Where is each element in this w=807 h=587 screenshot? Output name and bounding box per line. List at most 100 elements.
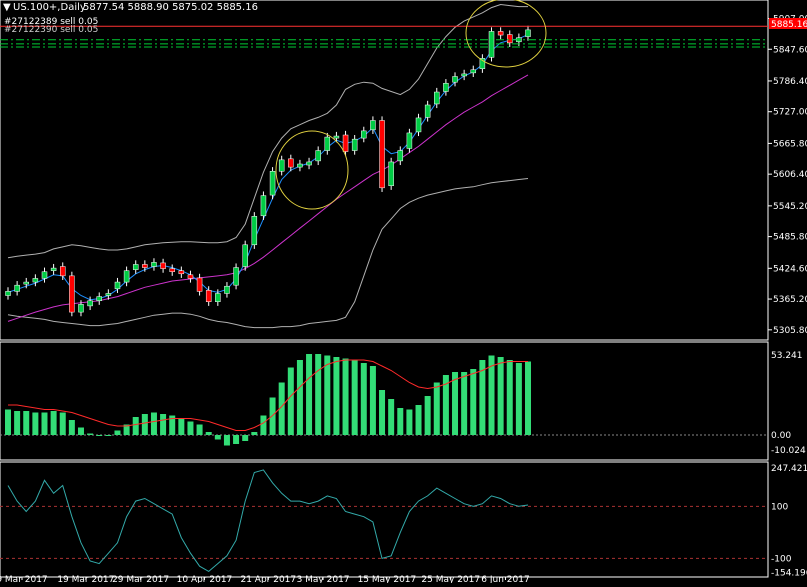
candle-body (96, 296, 102, 301)
candle-body (114, 281, 121, 290)
macd-histogram-bar (68, 420, 75, 435)
candle-body (297, 163, 303, 168)
candle-body (151, 262, 157, 267)
candle-body (178, 270, 185, 275)
macd-histogram-bar (497, 357, 504, 435)
candle-body (169, 268, 175, 272)
candle-body (333, 135, 340, 139)
time-tick-label: 10 Apr 2017 (177, 575, 233, 583)
candle-body (288, 158, 294, 168)
candle-body (324, 136, 331, 151)
candle-body (497, 31, 504, 36)
candle-body (306, 161, 312, 166)
candle-body (361, 130, 367, 139)
macd-histogram-bar (324, 355, 331, 435)
candle-body (233, 267, 239, 286)
macd-histogram-bar (506, 360, 513, 435)
candle-body (242, 244, 248, 267)
ohlc-readout: 5877.54 5888.90 5875.02 5885.16 (83, 2, 258, 13)
candle-body (23, 281, 29, 285)
candles-layer (5, 25, 531, 317)
candle-body (525, 29, 531, 37)
macd-histogram-bar (269, 397, 276, 435)
macd-histogram-bar (379, 390, 386, 435)
time-tick-label: 3 May 2017 (297, 575, 350, 583)
cci-tick-label: -154.196 (771, 568, 807, 578)
candle-body (315, 150, 321, 162)
time-tick-label: 19 Mar 2017 (57, 575, 114, 583)
candle-body (260, 195, 267, 217)
macd-histogram-bar (23, 411, 30, 435)
macd-histogram-bar (187, 421, 194, 435)
chart-menu-arrow-icon[interactable]: ▼ (3, 2, 11, 13)
candle-body (278, 159, 285, 172)
candle-body (443, 82, 449, 92)
macd-histogram-bar (150, 412, 157, 435)
price-tick-label: 5847.60 (773, 45, 807, 55)
candle-body (142, 264, 148, 268)
macd-histogram-bar (141, 414, 148, 435)
macd-histogram-bar (306, 354, 313, 435)
macd-histogram-bar (242, 435, 249, 441)
macd-histogram-bar (433, 382, 440, 435)
macd-layer (0, 354, 768, 446)
macd-histogram-bar (260, 415, 267, 435)
macd-histogram-bar (388, 399, 395, 435)
macd-histogram-bar (160, 414, 167, 435)
macd-histogram-bar (114, 430, 121, 435)
macd-histogram-bar (315, 354, 322, 435)
order-lines-layer (0, 25, 768, 48)
ma-fast-line (7, 34, 529, 301)
macd-histogram-bar (32, 412, 39, 435)
candle-body (50, 267, 57, 271)
macd-histogram-bar (470, 369, 477, 435)
macd-histogram-bar (515, 363, 522, 435)
candle-body (87, 300, 93, 307)
candle-body (388, 161, 394, 187)
time-tick-label: 9 Mar 2017 (0, 575, 48, 583)
price-tick-label: 5424.60 (773, 264, 807, 274)
cci-tick-label: 100 (771, 502, 788, 512)
macd-histogram-bar (105, 435, 112, 436)
candle-body (269, 171, 276, 196)
price-tick-label: 5786.40 (773, 77, 807, 87)
macd-histogram-bar (287, 367, 294, 435)
cci-panel-border (0, 461, 769, 578)
candle-body (14, 284, 20, 292)
macd-histogram-bar (461, 372, 468, 435)
candle-body (5, 291, 11, 296)
candle-body (32, 278, 39, 283)
macd-histogram-bar (424, 396, 431, 435)
candle-body (132, 264, 139, 270)
indicator-layer (7, 3, 529, 329)
candle-body (470, 69, 477, 74)
time-tick-label: 25 May 2017 (421, 575, 480, 583)
macd-histogram-bar (233, 435, 240, 444)
macd-histogram-bar (132, 417, 139, 435)
price-tick-label: 5545.20 (773, 202, 807, 212)
order-label-2[interactable]: #27122390 sell 0.05 (4, 25, 98, 35)
candle-body (434, 91, 440, 105)
macd-histogram-bar (178, 418, 185, 435)
macd-histogram-bar (5, 409, 11, 435)
chart-canvas[interactable]: 5907.005847.605786.405727.005665.805606.… (0, 0, 807, 585)
bollinger-upper-line (7, 3, 528, 259)
price-tick-label: 5305.80 (773, 326, 807, 336)
candle-body (205, 290, 212, 303)
candle-body (452, 76, 458, 83)
time-tick-label: 15 May 2017 (358, 575, 417, 583)
macd-histogram-bar (96, 435, 103, 436)
macd-histogram-bar (525, 361, 531, 435)
cci-tick-label: 247.4211 (771, 464, 807, 474)
macd-histogram-bar (397, 408, 404, 435)
macd-tick-label: 53.241 (771, 351, 803, 361)
candle-body (69, 275, 75, 313)
time-tick-label: 6 Jun 2017 (481, 575, 529, 583)
macd-histogram-bar (342, 358, 349, 435)
candle-body (215, 293, 221, 303)
ma-slow-line (7, 74, 529, 322)
macd-histogram-bar (214, 435, 221, 440)
candle-body (397, 150, 404, 162)
trading-chart[interactable]: 5907.005847.605786.405727.005665.805606.… (0, 0, 807, 585)
cci-layer (0, 469, 768, 573)
